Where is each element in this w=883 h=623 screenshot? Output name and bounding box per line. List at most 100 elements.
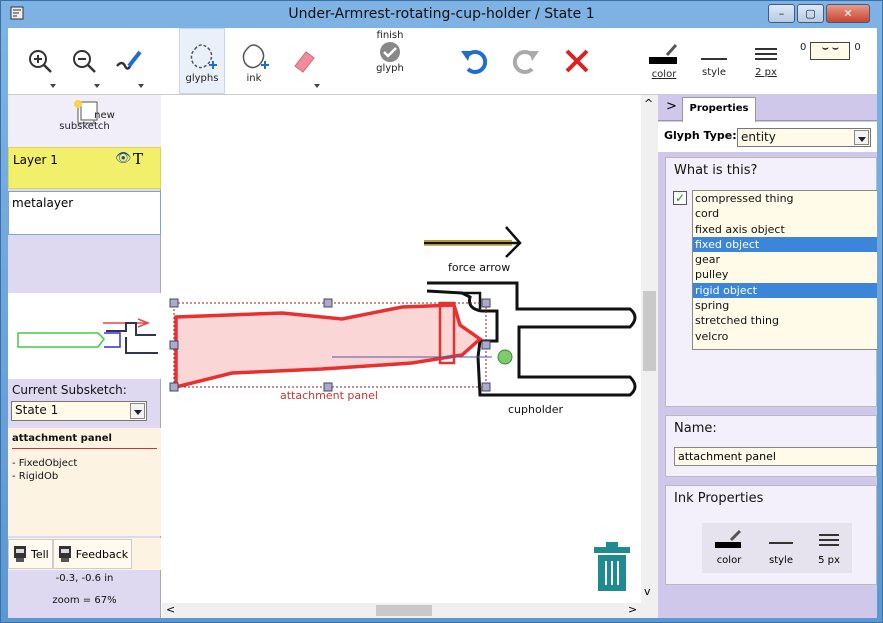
right-tabs: > Properties <box>658 95 877 122</box>
chevron-down-icon <box>314 84 320 88</box>
option-item[interactable]: stretched thing <box>693 313 877 328</box>
width-label: 2 px <box>755 66 777 78</box>
current-subsketch-select[interactable]: State 1 <box>11 401 147 421</box>
sketch-canvas[interactable]: force arrow cupholder attachment panel <box>162 95 641 603</box>
layer-1-item[interactable]: Layer 1 👁 T <box>8 147 161 189</box>
glyph-type-select[interactable]: entity <box>737 128 871 147</box>
undo-button[interactable] <box>454 28 494 94</box>
scroll-up-icon[interactable]: ^ <box>644 97 653 110</box>
current-subsketch-value: State 1 <box>15 403 59 417</box>
glyph-type-item: - FixedObject <box>12 458 78 469</box>
horizontal-scrollbar[interactable]: < > <box>162 603 641 618</box>
option-item[interactable]: compressed thing <box>693 191 877 206</box>
collapse-chevron-icon[interactable]: > <box>666 99 677 114</box>
tell-feedback-bar: Tell Feedback <box>8 538 161 570</box>
glyph-info-panel: attachment panel - FixedObject - RigidOb <box>8 428 161 536</box>
tell-label: Tell <box>31 547 49 561</box>
redo-button[interactable] <box>506 28 546 94</box>
option-item[interactable]: gear <box>693 252 877 267</box>
chevron-down-icon <box>138 84 144 88</box>
scroll-thumb[interactable] <box>376 605 432 616</box>
option-item[interactable]: fixed axis object <box>693 222 877 237</box>
ink-color-button[interactable]: color <box>713 529 745 566</box>
glyph-type-listbox[interactable]: compressed thing cord fixed axis object fix… <box>692 190 877 350</box>
eraser-button[interactable] <box>284 28 324 94</box>
ink-width-button[interactable]: 5 px <box>817 530 841 566</box>
ink-style-button[interactable]: style <box>767 530 795 566</box>
maximize-button[interactable]: ▢ <box>797 4 824 23</box>
glyph-type-value: entity <box>741 130 776 144</box>
app-window: Under-Armrest-rotating-cup-holder / Stat… <box>0 0 883 623</box>
minimize-button[interactable]: – <box>768 4 795 23</box>
option-item[interactable]: cord <box>693 206 877 221</box>
ink-style-label: style <box>769 555 793 566</box>
finish-glyph-button[interactable]: finish glyph <box>366 28 414 94</box>
cupholder-label: cupholder <box>508 403 564 416</box>
glyphs-tool-button[interactable]: glyphs <box>179 28 225 94</box>
scroll-down-icon[interactable]: v <box>644 585 651 598</box>
robot-icon <box>14 546 26 562</box>
right-panel: > Properties Glyph Type: entity What is … <box>658 95 877 618</box>
color-label: color <box>651 68 677 80</box>
confirm-checkbox[interactable]: ✓ <box>673 191 687 205</box>
subsketch-thumbnail[interactable] <box>8 293 161 379</box>
line-style-icon <box>769 542 793 544</box>
force-arrow-glyph[interactable] <box>424 226 522 258</box>
attachment-panel-glyph[interactable] <box>169 298 513 392</box>
line-width-button[interactable]: 2 px <box>746 28 786 94</box>
glyph-info-name: attachment panel <box>12 433 157 449</box>
zoom-level: zoom = 67% <box>52 595 117 606</box>
client-area: glyphs ink finish glyph color style 2 px… <box>8 28 877 618</box>
style-button[interactable]: style <box>694 28 734 94</box>
redo-icon <box>512 50 539 74</box>
scroll-right-icon[interactable]: > <box>628 603 637 616</box>
option-item[interactable]: spring <box>693 298 877 313</box>
trash-icon[interactable] <box>594 542 630 591</box>
text-toggle-icon[interactable]: T <box>133 150 143 168</box>
what-heading: What is this? <box>674 163 758 178</box>
option-item[interactable]: pulley <box>693 267 877 282</box>
delete-button[interactable] <box>558 28 596 94</box>
ink-controls: color style 5 px <box>702 523 852 573</box>
new-subsketch-button[interactable]: new subsketch <box>8 95 161 147</box>
option-item[interactable]: fixed object <box>693 236 877 253</box>
name-box: Name: attachment panel <box>665 415 877 477</box>
ink-heading: Ink Properties <box>674 491 764 506</box>
window-title: Under-Armrest-rotating-cup-holder / Stat… <box>288 6 595 22</box>
arrowhead-tool[interactable]: 0 ⌣ ⌣ 0 <box>800 28 872 94</box>
scroll-corner <box>641 603 658 618</box>
left-panel: new subsketch Layer 1 👁 T metalayer Curr… <box>8 95 161 618</box>
line-style-icon <box>701 57 727 60</box>
sketch-drawing: force arrow cupholder attachment panel <box>169 226 637 591</box>
line-width-icon <box>755 47 777 60</box>
eraser-icon <box>294 51 315 73</box>
tell-button[interactable]: Tell <box>8 539 53 569</box>
scroll-left-icon[interactable]: < <box>166 603 175 616</box>
metalayer-item[interactable]: metalayer <box>8 191 161 235</box>
pen-button[interactable] <box>108 28 148 94</box>
name-field[interactable]: attachment panel <box>674 447 877 466</box>
scroll-thumb[interactable] <box>643 291 656 371</box>
ink-label: ink <box>246 72 262 84</box>
ink-color-label: color <box>716 555 742 566</box>
zoom-in-button[interactable] <box>20 28 60 94</box>
ink-lasso-icon <box>242 43 269 69</box>
eye-icon[interactable]: 👁 <box>115 151 132 166</box>
finish-label: finish <box>376 30 404 41</box>
close-button[interactable]: ✕ <box>826 4 870 23</box>
option-item[interactable]: rigid object <box>693 282 877 299</box>
chevron-down-icon <box>94 84 100 88</box>
tick-right: 0 <box>854 42 861 53</box>
tab-properties[interactable]: Properties <box>682 97 756 122</box>
ink-width-label: 5 px <box>818 555 840 566</box>
ink-properties-box: Ink Properties color style 5 px <box>665 485 877 585</box>
option-item[interactable]: velcro <box>693 329 877 344</box>
zoom-out-button[interactable] <box>64 28 104 94</box>
feedback-button[interactable]: Feedback <box>52 539 133 569</box>
vertical-scrollbar[interactable]: ^ v <box>641 95 658 603</box>
force-arrow-label: force arrow <box>448 261 510 274</box>
color-button[interactable]: color <box>644 28 684 94</box>
tick-left: 0 <box>800 42 807 53</box>
ink-tool-button[interactable]: ink <box>232 28 276 94</box>
pen-icon <box>116 50 142 70</box>
